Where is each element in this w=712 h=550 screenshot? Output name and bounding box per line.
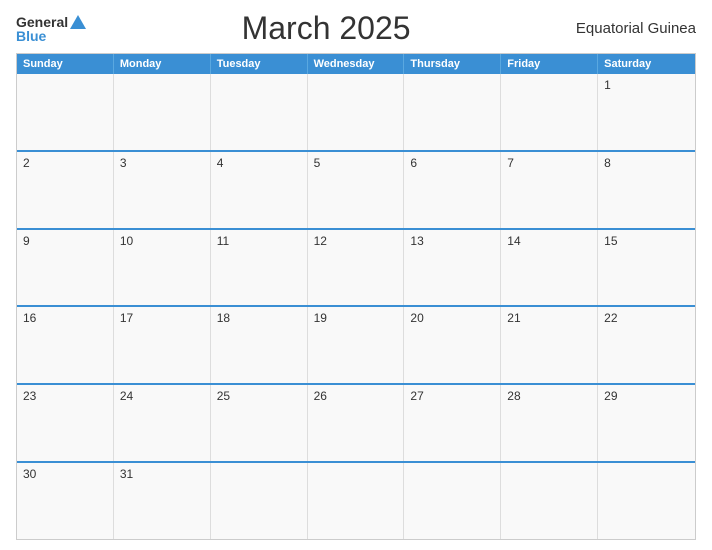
- logo-general-text: General: [16, 15, 68, 29]
- day-cell-7: 7: [501, 152, 598, 228]
- week-row-6: 30 31: [17, 461, 695, 539]
- day-cell-empty: [501, 74, 598, 150]
- week-row-4: 16 17 18 19 20 21 22: [17, 305, 695, 383]
- week-row-1: 1: [17, 74, 695, 150]
- weeks-container: 1 2 3 4 5 6 7 8 9 10 11 12 13 14 15: [17, 74, 695, 539]
- day-cell-20: 20: [404, 307, 501, 383]
- day-cell-23: 23: [17, 385, 114, 461]
- day-cell-empty: [404, 463, 501, 539]
- day-cell-empty: [598, 463, 695, 539]
- day-cell-10: 10: [114, 230, 211, 306]
- calendar-header: General Blue March 2025 Equatorial Guine…: [16, 10, 696, 53]
- day-cell-12: 12: [308, 230, 405, 306]
- day-cell-empty: [211, 74, 308, 150]
- day-header-saturday: Saturday: [598, 54, 695, 74]
- day-cell-1: 1: [598, 74, 695, 150]
- country-label: Equatorial Guinea: [566, 20, 696, 37]
- day-header-friday: Friday: [501, 54, 598, 74]
- day-cell-19: 19: [308, 307, 405, 383]
- day-cell-29: 29: [598, 385, 695, 461]
- day-cell-15: 15: [598, 230, 695, 306]
- day-cell-28: 28: [501, 385, 598, 461]
- day-header-sunday: Sunday: [17, 54, 114, 74]
- day-cell-empty: [308, 463, 405, 539]
- day-cell-25: 25: [211, 385, 308, 461]
- day-header-tuesday: Tuesday: [211, 54, 308, 74]
- day-cell-6: 6: [404, 152, 501, 228]
- day-header-thursday: Thursday: [404, 54, 501, 74]
- day-cell-empty: [501, 463, 598, 539]
- day-cell-22: 22: [598, 307, 695, 383]
- week-row-3: 9 10 11 12 13 14 15: [17, 228, 695, 306]
- day-cell-27: 27: [404, 385, 501, 461]
- day-cell-empty: [404, 74, 501, 150]
- day-cell-16: 16: [17, 307, 114, 383]
- day-cell-3: 3: [114, 152, 211, 228]
- day-header-wednesday: Wednesday: [308, 54, 405, 74]
- logo-blue-text: Blue: [16, 29, 46, 43]
- page: General Blue March 2025 Equatorial Guine…: [0, 0, 712, 550]
- day-cell-9: 9: [17, 230, 114, 306]
- day-cell-empty: [211, 463, 308, 539]
- day-cell-empty: [17, 74, 114, 150]
- day-cell-17: 17: [114, 307, 211, 383]
- day-cell-5: 5: [308, 152, 405, 228]
- day-cell-31: 31: [114, 463, 211, 539]
- day-cell-empty: [308, 74, 405, 150]
- day-cell-empty: [114, 74, 211, 150]
- day-cell-18: 18: [211, 307, 308, 383]
- day-cell-26: 26: [308, 385, 405, 461]
- days-header-row: Sunday Monday Tuesday Wednesday Thursday…: [17, 54, 695, 74]
- week-row-5: 23 24 25 26 27 28 29: [17, 383, 695, 461]
- day-cell-11: 11: [211, 230, 308, 306]
- calendar-grid: Sunday Monday Tuesday Wednesday Thursday…: [16, 53, 696, 540]
- logo: General Blue: [16, 15, 86, 43]
- day-cell-8: 8: [598, 152, 695, 228]
- day-cell-14: 14: [501, 230, 598, 306]
- day-cell-2: 2: [17, 152, 114, 228]
- day-cell-24: 24: [114, 385, 211, 461]
- day-header-monday: Monday: [114, 54, 211, 74]
- day-cell-30: 30: [17, 463, 114, 539]
- day-cell-21: 21: [501, 307, 598, 383]
- logo-triangle-icon: [70, 15, 86, 29]
- day-cell-4: 4: [211, 152, 308, 228]
- week-row-2: 2 3 4 5 6 7 8: [17, 150, 695, 228]
- day-cell-13: 13: [404, 230, 501, 306]
- calendar-title: March 2025: [86, 10, 566, 47]
